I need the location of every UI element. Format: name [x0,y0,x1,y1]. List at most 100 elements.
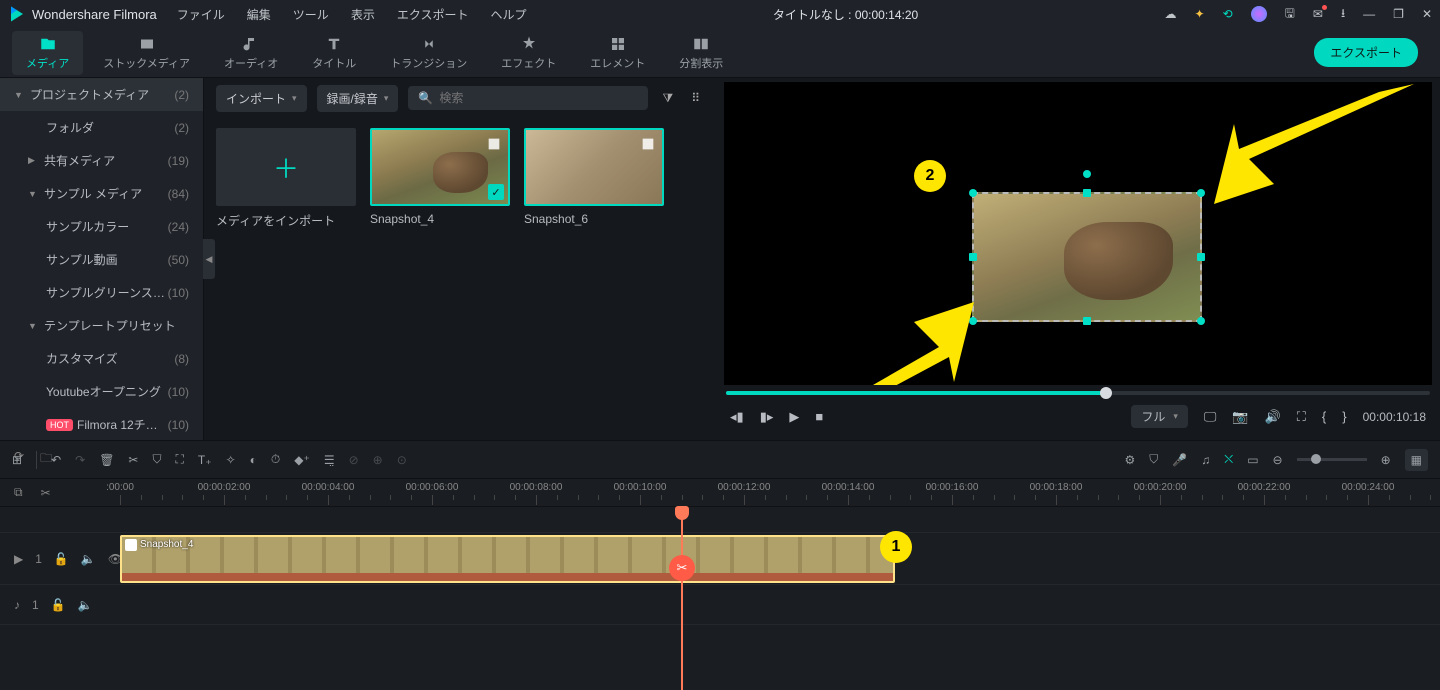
tab-effects[interactable]: エフェクト [487,31,570,75]
mic-icon[interactable]: 🎤 [1172,453,1187,467]
mark-in-icon[interactable]: { [1322,409,1326,424]
tl-add-icon[interactable]: ⊞ [12,453,22,467]
audio-track[interactable]: ♪1 🔓 🔈 [0,585,1440,625]
resize-handle[interactable] [969,189,977,197]
zoom-slider[interactable] [1297,458,1367,461]
prev-frame-icon[interactable]: ◂▮ [730,409,744,425]
resize-handle[interactable] [1197,189,1205,197]
cut-icon[interactable]: ✂ [128,453,138,467]
tab-audio[interactable]: オーディオ [210,31,292,75]
resize-handle[interactable] [1197,317,1205,325]
mail-icon[interactable]: ✉ [1313,7,1323,21]
stop-icon[interactable]: ■ [815,409,823,424]
sidebar-item-sample-media[interactable]: ▼サンプル メディア(84) [0,177,203,210]
tab-media[interactable]: メディア [12,31,83,75]
tl-settings-icon[interactable]: ⚙ [1125,453,1136,467]
maximize-icon[interactable]: ❐ [1393,7,1404,21]
playhead[interactable]: ✂ [681,507,683,690]
record-dropdown[interactable]: 録画/録音 ▾ [317,85,399,112]
import-dropdown[interactable]: インポート▾ [216,85,307,112]
speed-icon[interactable]: ⏱ [271,452,280,467]
tab-split-view[interactable]: 分割表示 [665,31,737,75]
grid-view-icon[interactable]: ⠿ [687,87,704,109]
magic-icon[interactable]: ✧ [226,453,236,467]
search-input[interactable]: 🔍 [408,86,648,110]
resize-handle[interactable] [1083,189,1091,197]
menu-file[interactable]: ファイル [177,6,225,23]
tab-transitions[interactable]: トランジション [376,31,481,75]
sidebar-item-folder[interactable]: フォルダ(2) [0,111,203,144]
redo-icon[interactable]: ↷ [75,453,85,467]
tl-more-icon[interactable]: ▦ [1405,449,1428,471]
sidebar-item-sample-color[interactable]: サンプルカラー(24) [0,210,203,243]
menu-view[interactable]: 表示 [351,6,375,23]
menu-help[interactable]: ヘルプ [490,6,526,23]
save-icon[interactable]: 🖫 [1285,4,1295,25]
tab-titles[interactable]: タイトル [298,31,370,75]
sidebar-item-project-media[interactable]: ▼プロジェクトメディア(2) [0,78,203,111]
tag-icon[interactable]: ⛉ [152,452,161,467]
razor-icon[interactable]: ✂ [41,486,51,500]
media-item-snapshot6[interactable] [524,128,664,206]
menu-edit[interactable]: 編集 [247,6,271,23]
mark-out-icon[interactable]: } [1342,409,1346,424]
timeline-ruler[interactable]: ⧉ ✂ :00:0000:00:02:0000:00:04:0000:00:06… [0,479,1440,507]
collapse-handle[interactable]: ◀ [203,239,215,279]
video-track[interactable]: ▶1 🔓 🔈 👁 Snapshot_4 [0,533,1440,585]
sidebar-item-sample-video[interactable]: サンプル動画(50) [0,243,203,276]
sidebar-item-youtube-opening[interactable]: Youtubeオープニング(10) [0,375,203,408]
sidebar-item-template-preset[interactable]: ▼テンプレートプリセット [0,309,203,342]
cloud-icon[interactable]: ☁ [1165,7,1177,21]
color-icon[interactable]: ◐ [250,453,257,467]
marker-icon[interactable]: ⛌ [1224,452,1233,467]
music-icon[interactable]: ♫ [1201,453,1210,467]
keyframe-icon[interactable]: ◆⁺ [294,453,310,467]
filter-icon[interactable]: ⧩ [658,87,677,110]
mute-icon[interactable]: 🔈 [78,598,93,612]
headset-icon[interactable]: ⟲ [1223,7,1233,21]
next-frame-icon[interactable]: ▮▸ [760,409,774,425]
menu-tools[interactable]: ツール [293,6,329,23]
timeline-clip[interactable]: Snapshot_4 [120,535,895,583]
display-icon[interactable]: 🖵 [1204,409,1217,425]
resize-handle[interactable] [1197,253,1205,261]
download-icon[interactable]: ⭳ [1341,4,1345,25]
mute-icon[interactable]: 🔈 [81,552,96,566]
preview-quality-select[interactable]: フル▾ [1131,405,1188,428]
snapshot-icon[interactable]: 📷 [1232,409,1248,425]
play-icon[interactable]: ▶ [789,409,799,425]
lock-icon[interactable]: 🔓 [51,598,66,612]
text-icon[interactable]: T₊ [198,453,212,467]
preview-seekbar[interactable] [726,391,1430,395]
sidebar-item-sample-greenscreen[interactable]: サンプルグリーンスクリ…(10) [0,276,203,309]
import-media-tile[interactable]: ＋ [216,128,356,206]
minimize-icon[interactable]: — [1363,7,1375,21]
split-button[interactable]: ✂ [669,555,695,581]
resize-handle[interactable] [969,253,977,261]
preview-canvas[interactable]: 2 [724,82,1432,385]
menu-export[interactable]: エクスポート [397,6,469,23]
preview-selected-clip[interactable] [972,192,1202,322]
sidebar-item-customize[interactable]: カスタマイズ(8) [0,342,203,375]
lightbulb-icon[interactable]: ✦ [1195,7,1205,21]
delete-icon[interactable]: 🗑 [99,453,114,467]
ripple-icon[interactable]: ⧉ [14,485,23,500]
crop-icon[interactable]: ⛶ [176,452,184,467]
lock-icon[interactable]: 🔓 [54,552,69,566]
volume-icon[interactable]: 🔊 [1265,409,1281,425]
undo-icon[interactable]: ↶ [51,453,61,467]
rotate-handle[interactable] [1083,170,1091,178]
media-item-snapshot4[interactable]: ✓ [370,128,510,206]
sidebar-item-shared-media[interactable]: ▶共有メディア(19) [0,144,203,177]
avatar-icon[interactable] [1251,6,1267,22]
tab-stock-media[interactable]: ストックメディア [89,31,204,75]
tab-elements[interactable]: エレメント [576,31,659,75]
range-icon[interactable]: ▭ [1247,453,1258,467]
zoom-out-icon[interactable]: ⊖ [1273,453,1283,467]
zoom-in-icon[interactable]: ⊕ [1381,453,1391,467]
expand-icon[interactable]: ⛶ [1297,409,1306,425]
resize-handle[interactable] [1083,317,1091,325]
adjust-icon[interactable]: ☰̤ [324,453,335,467]
shield-icon[interactable]: ⛉ [1149,452,1158,467]
sidebar-item-filmora-challenge[interactable]: HOTFilmora 12チャレンジ(10) [0,408,203,441]
